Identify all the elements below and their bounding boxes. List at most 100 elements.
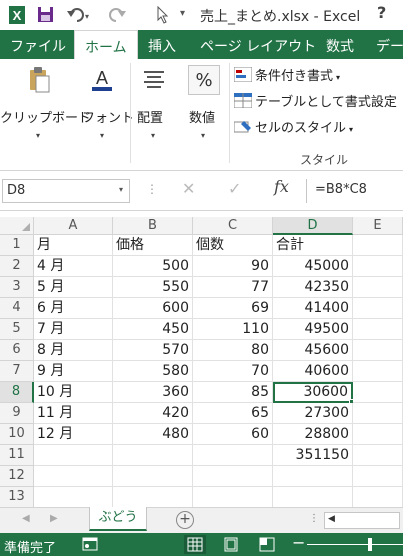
cell[interactable]: 7 月	[34, 319, 113, 340]
column-header[interactable]: B	[113, 217, 193, 235]
worksheet-grid[interactable]: A B C D E 1 月価格 個数 合計 2 4 月 500 90 45000 3 5 月 550 77 4235…	[0, 217, 403, 507]
cell[interactable]: 70	[193, 361, 273, 382]
cell[interactable]: 600	[113, 298, 193, 319]
cell[interactable]: 77	[193, 277, 273, 298]
cell[interactable]	[113, 466, 193, 487]
cell[interactable]: 500	[113, 256, 193, 277]
pointer-icon[interactable]	[155, 6, 171, 24]
cell[interactable]: 65	[193, 403, 273, 424]
cell[interactable]: 12 月	[34, 424, 113, 445]
row-header[interactable]: 2	[0, 256, 34, 277]
formula-bar-grip-icon[interactable]: ⋮	[146, 182, 158, 196]
cell[interactable]: 6 月	[34, 298, 113, 319]
tab-formulas[interactable]: 数式	[326, 36, 354, 56]
cell[interactable]: 80	[193, 340, 273, 361]
cell[interactable]: 40600	[273, 361, 353, 382]
cell-styles-button[interactable]: セルのスタイル ▾	[234, 117, 353, 136]
cell[interactable]: 580	[113, 361, 193, 382]
tab-file[interactable]: ファイル	[10, 36, 66, 56]
column-header[interactable]: C	[193, 217, 273, 235]
format-as-table-button[interactable]: テーブルとして書式設定	[234, 91, 397, 110]
cell[interactable]	[353, 403, 403, 424]
cell[interactable]	[34, 487, 113, 507]
cell[interactable]: 351150	[273, 445, 353, 466]
cell[interactable]: 10 月	[34, 382, 113, 403]
cell[interactable]: 28800	[273, 424, 353, 445]
active-cell[interactable]: 30600	[273, 382, 353, 403]
cell[interactable]: 合計	[273, 235, 353, 256]
cell[interactable]: 49500	[273, 319, 353, 340]
cell[interactable]	[193, 466, 273, 487]
column-header[interactable]: D	[273, 217, 353, 235]
row-header[interactable]: 7	[0, 361, 34, 382]
cell[interactable]	[273, 487, 353, 507]
cell[interactable]: 110	[193, 319, 273, 340]
cell[interactable]: 5 月	[34, 277, 113, 298]
row-header[interactable]: 3	[0, 277, 34, 298]
cell[interactable]	[113, 487, 193, 507]
horizontal-scrollbar[interactable]: ◀	[324, 512, 400, 529]
zoom-slider-thumb[interactable]	[368, 538, 372, 551]
cell[interactable]	[353, 319, 403, 340]
column-header[interactable]: E	[353, 217, 403, 235]
row-header[interactable]: 11	[0, 445, 34, 466]
save-icon[interactable]	[37, 6, 54, 23]
cell[interactable]: 60	[193, 424, 273, 445]
cell[interactable]: 11 月	[34, 403, 113, 424]
cell[interactable]: 月	[34, 235, 113, 256]
cell[interactable]: 価格	[113, 235, 193, 256]
next-sheet-icon[interactable]: ▶	[50, 513, 58, 524]
row-header[interactable]: 4	[0, 298, 34, 319]
cell[interactable]: 27300	[273, 403, 353, 424]
cell[interactable]	[353, 382, 403, 403]
cell[interactable]: 85	[193, 382, 273, 403]
row-header[interactable]: 5	[0, 319, 34, 340]
cell[interactable]	[353, 277, 403, 298]
formula-input[interactable]: =B8*C8	[306, 179, 403, 203]
zoom-slider-track[interactable]	[307, 544, 403, 545]
cell[interactable]: 個数	[193, 235, 273, 256]
row-header[interactable]: 9	[0, 403, 34, 424]
cell[interactable]: 69	[193, 298, 273, 319]
row-header[interactable]: 13	[0, 487, 34, 507]
cell[interactable]: 480	[113, 424, 193, 445]
cell[interactable]: 42350	[273, 277, 353, 298]
select-all-button[interactable]	[0, 217, 34, 235]
cell[interactable]	[273, 466, 353, 487]
cell[interactable]	[353, 340, 403, 361]
redo-icon[interactable]	[107, 6, 133, 23]
tab-page-layout[interactable]: ページ レイアウト	[200, 36, 316, 56]
row-header[interactable]: 1	[0, 235, 34, 256]
cell[interactable]	[353, 466, 403, 487]
cancel-icon[interactable]: ✕	[182, 179, 195, 198]
tab-data[interactable]: デー	[376, 36, 403, 56]
cell[interactable]: 360	[113, 382, 193, 403]
zoom-out-icon[interactable]: −	[292, 533, 305, 552]
customize-qat-icon[interactable]: ▾	[180, 8, 185, 19]
cell[interactable]	[113, 445, 193, 466]
cell[interactable]: 45600	[273, 340, 353, 361]
undo-icon[interactable]: ▾	[66, 6, 92, 23]
add-sheet-button[interactable]: +	[176, 511, 194, 529]
macro-record-icon[interactable]	[82, 536, 98, 552]
cell[interactable]	[353, 445, 403, 466]
cell[interactable]	[34, 466, 113, 487]
cell[interactable]: 9 月	[34, 361, 113, 382]
page-layout-view-icon[interactable]	[220, 535, 242, 554]
row-header[interactable]: 8	[0, 382, 34, 403]
page-break-view-icon[interactable]	[256, 535, 278, 554]
cell[interactable]: 450	[113, 319, 193, 340]
column-header[interactable]: A	[34, 217, 113, 235]
insert-function-button[interactable]: fx	[274, 177, 289, 196]
cell[interactable]	[353, 235, 403, 256]
row-header[interactable]: 6	[0, 340, 34, 361]
cell[interactable]	[34, 445, 113, 466]
normal-view-icon[interactable]	[184, 535, 206, 554]
name-box-dropdown-icon[interactable]: ▾	[119, 185, 123, 194]
conditional-formatting-button[interactable]: 条件付き書式 ▾	[234, 65, 340, 84]
cell[interactable]	[353, 487, 403, 507]
cell[interactable]: 420	[113, 403, 193, 424]
cell[interactable]	[193, 487, 273, 507]
cell[interactable]: 8 月	[34, 340, 113, 361]
row-header[interactable]: 12	[0, 466, 34, 487]
